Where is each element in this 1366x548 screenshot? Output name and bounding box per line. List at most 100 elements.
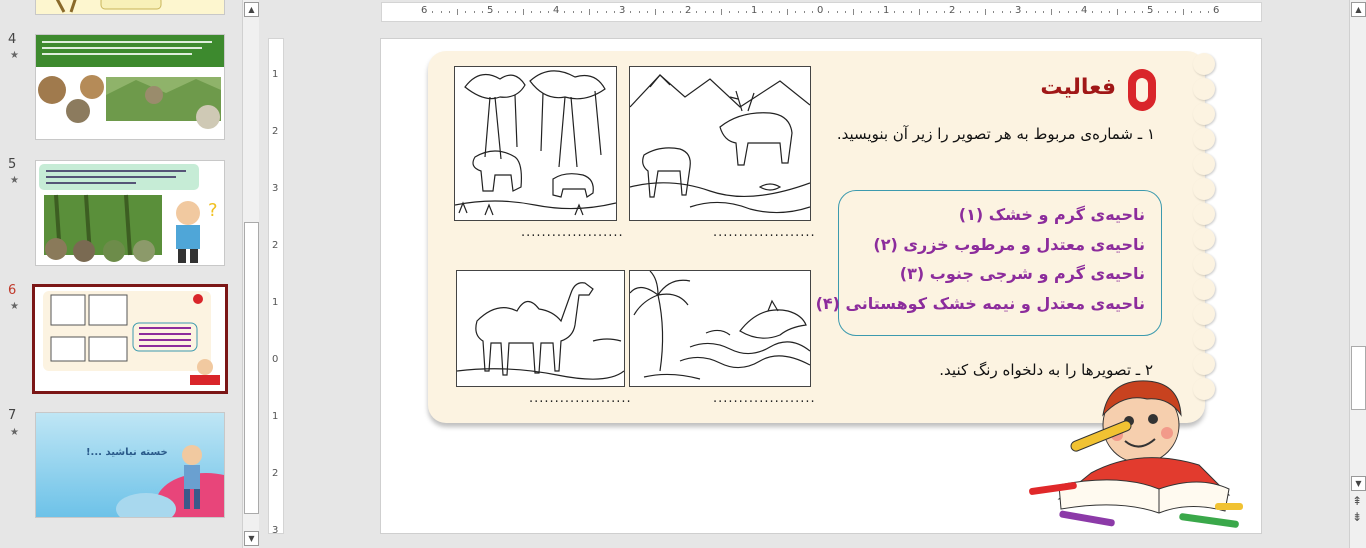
thumbnail-scroll-down-button[interactable]: ▼ <box>244 531 259 546</box>
slide-thumbnail-5[interactable]: ? <box>35 160 225 266</box>
h-ruler-tick <box>853 9 854 15</box>
h-ruler-tick <box>745 11 747 13</box>
slide-thumbnail-4[interactable] <box>35 34 225 140</box>
next-slide-icon[interactable]: ⇟ <box>1352 510 1362 524</box>
picture-mountain-deer[interactable] <box>629 66 811 221</box>
h-ruler-label: 5 <box>1147 5 1154 16</box>
h-ruler-tick <box>993 11 995 13</box>
editor-scroll-up-button[interactable]: ▲ <box>1351 2 1366 17</box>
h-ruler-label: 1 <box>751 5 758 16</box>
h-ruler-tick <box>762 11 764 13</box>
v-ruler-label: 1 <box>272 69 279 80</box>
h-ruler-tick <box>985 9 986 15</box>
scallop-circle <box>1193 253 1215 275</box>
h-ruler-tick <box>1092 11 1094 13</box>
scallop-circle <box>1193 128 1215 150</box>
h-ruler-tick <box>1059 11 1061 13</box>
forest-bear-drawing <box>455 70 616 216</box>
slide-thumbnail-3[interactable] <box>35 0 225 15</box>
h-ruler-tick <box>1158 11 1160 13</box>
slide-thumbnail-7[interactable]: خسته نباشید ...! <box>35 412 225 518</box>
thumbnail-scroll-up-button[interactable]: ▲ <box>244 2 259 17</box>
previous-slide-icon[interactable]: ⇞ <box>1352 494 1362 508</box>
h-ruler-tick <box>481 11 483 13</box>
picture-desert-camel[interactable] <box>456 270 625 387</box>
thumbnail-scrollbar[interactable]: ▲ ▼ <box>242 0 259 548</box>
horizontal-ruler: 6 5 4 3 2 1 0 1 2 3 4 5 6 <box>381 2 1262 22</box>
slide-5-animation-star: ★ <box>10 175 19 186</box>
scalloped-edge <box>1193 53 1219 403</box>
legend-item-2: ناحیه‌ی معتدل و مرطوب خزری (۲) <box>873 235 1145 254</box>
h-ruler-tick <box>671 11 673 13</box>
slide-thumbnail-panel: 4 ★ 5 ★ ? 6 ★ 7 ★ خسته نباشید ...! <box>0 0 242 548</box>
slide-4-animation-star: ★ <box>10 50 19 61</box>
h-ruler-tick <box>960 11 962 13</box>
h-ruler-label: 0 <box>817 5 824 16</box>
picture-sea-palm-dolphin[interactable] <box>629 270 811 387</box>
h-ruler-tick <box>1075 11 1077 13</box>
v-ruler-label: 1 <box>272 411 279 422</box>
h-ruler-tick <box>869 11 871 13</box>
h-ruler-tick <box>803 11 805 13</box>
scallop-circle <box>1193 178 1215 200</box>
vertical-ruler: 1 2 3 2 1 0 1 2 3 <box>268 38 284 536</box>
slide-6-preview <box>43 291 220 385</box>
h-ruler-tick <box>737 11 739 13</box>
scallop-circle <box>1193 153 1215 175</box>
kid-drawing-illustration <box>1029 380 1243 528</box>
editor-scroll-down-button[interactable]: ▼ <box>1351 476 1366 491</box>
slide-editor: 6 5 4 3 2 1 0 1 2 3 4 5 6 1 2 3 2 1 0 1 2 3 فعالیت ۱ ـ شماره… <box>259 0 1349 548</box>
scallop-circle <box>1193 228 1215 250</box>
slide-7-preview <box>116 445 224 517</box>
editor-scroll-thumb[interactable] <box>1351 346 1366 410</box>
h-ruler-tick <box>613 11 615 13</box>
h-ruler-tick <box>1174 11 1176 13</box>
h-ruler-tick <box>457 9 458 15</box>
h-ruler-tick <box>1100 11 1102 13</box>
h-ruler-tick <box>663 11 665 13</box>
h-ruler-tick <box>787 9 788 15</box>
h-ruler-tick <box>564 11 566 13</box>
h-ruler-label: 3 <box>1015 5 1022 16</box>
region-legend-box: ناحیه‌ی گرم و خشک (۱) ناحیه‌ی معتدل و مر… <box>816 190 1162 336</box>
h-ruler-tick <box>836 11 838 13</box>
h-ruler-tick <box>721 9 722 15</box>
thumbnail-scroll-thumb[interactable] <box>244 222 259 514</box>
h-ruler-tick <box>877 11 879 13</box>
h-ruler-tick <box>1141 11 1143 13</box>
h-ruler-tick <box>1117 9 1118 15</box>
h-ruler-tick <box>1026 11 1028 13</box>
h-ruler-tick <box>655 9 656 15</box>
slide-number-6: 6 <box>8 283 17 298</box>
activity-number-badge <box>1128 69 1156 111</box>
scallop-circle <box>1193 353 1215 375</box>
scallop-circle <box>1193 303 1215 325</box>
desert-camel-drawing <box>457 282 624 380</box>
h-ruler-tick <box>844 11 846 13</box>
h-ruler-tick <box>448 11 450 13</box>
h-ruler-tick <box>927 11 929 13</box>
v-ruler-label: 1 <box>272 297 279 308</box>
picture-forest-bear[interactable] <box>454 66 617 221</box>
h-ruler-tick <box>1034 11 1036 13</box>
h-ruler-tick <box>1191 11 1193 13</box>
h-ruler-tick <box>1207 11 1209 13</box>
slide-thumbnail-6-selected[interactable] <box>32 284 228 394</box>
slide-editor-scrollbar[interactable]: ▲ ▼ ⇞ ⇟ <box>1349 0 1366 548</box>
h-ruler-tick <box>514 11 516 13</box>
h-ruler-label: 3 <box>619 5 626 16</box>
scallop-circle <box>1193 78 1215 100</box>
h-ruler-tick <box>605 11 607 13</box>
h-ruler-tick <box>679 11 681 13</box>
slide-3-preview <box>55 0 162 13</box>
h-ruler-label: 6 <box>1213 5 1220 16</box>
legend-item-1: ناحیه‌ی گرم و خشک (۱) <box>958 205 1145 224</box>
h-ruler-tick <box>919 9 920 15</box>
h-ruler-label: 1 <box>883 5 890 16</box>
legend-item-4: ناحیه‌ی معتدل و نیمه خشک کوهستانی (۴) <box>815 294 1145 313</box>
h-ruler-label: 4 <box>553 5 560 16</box>
question-1: ۱ ـ شماره‌ی مربوط به هر تصویر را زیر آن … <box>836 125 1155 143</box>
slide-canvas[interactable]: فعالیت ۱ ـ شماره‌ی مربوط به هر تصویر را … <box>380 38 1262 534</box>
h-ruler-tick <box>580 11 582 13</box>
h-ruler-tick <box>696 11 698 13</box>
